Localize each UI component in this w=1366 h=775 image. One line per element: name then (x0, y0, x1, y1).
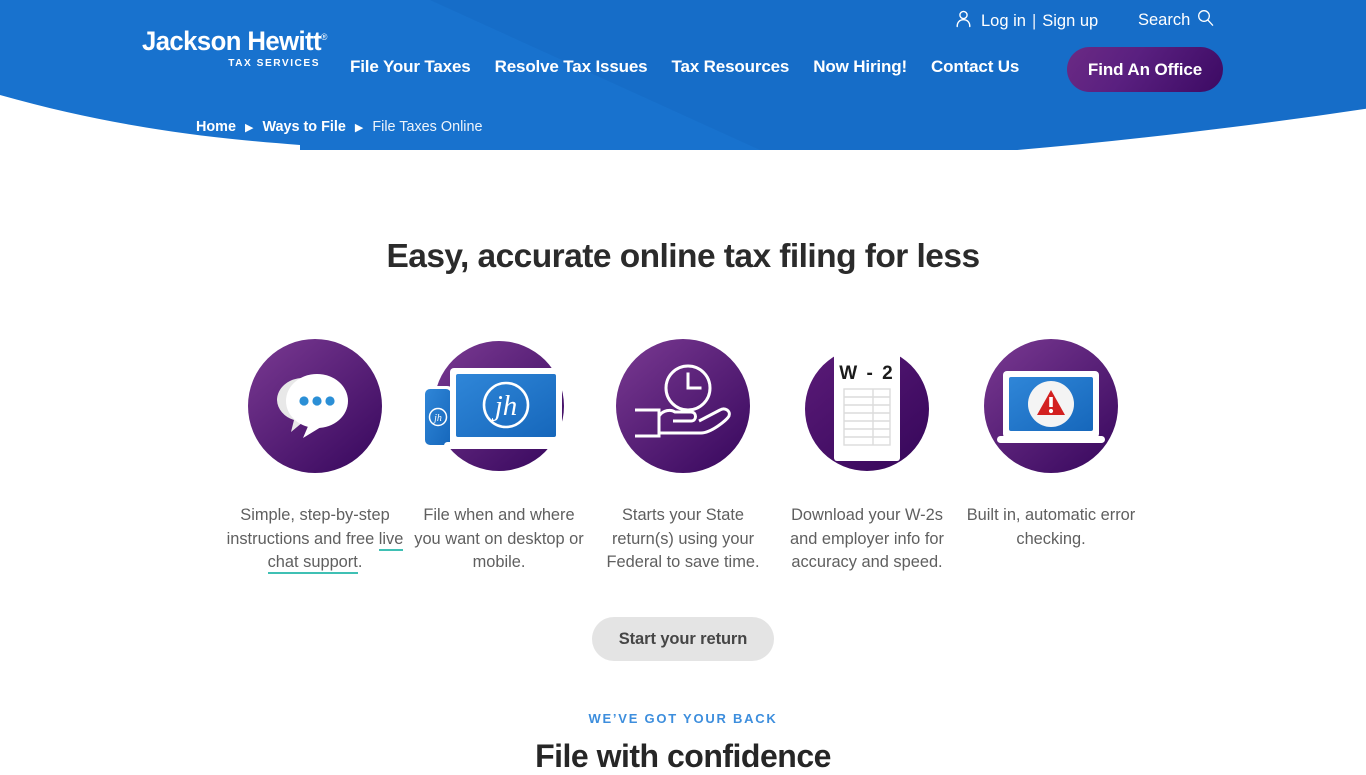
feature-item: W - 2 Download your W-2s and employer in… (775, 330, 959, 575)
search-toggle[interactable]: Search (1138, 9, 1214, 31)
feature-item: Starts your State return(s) using your F… (591, 330, 775, 575)
section-eyebrow: WE’VE GOT YOUR BACK (588, 711, 778, 726)
svg-text:jh: jh (491, 390, 518, 422)
start-your-return-button[interactable]: Start your return (592, 617, 774, 661)
breadcrumb-item-ways-to-file[interactable]: Ways to File (262, 119, 345, 135)
nav-item-tax-resources[interactable]: Tax Resources (672, 57, 790, 77)
feature-item: jh jh File when and where you want on de… (407, 330, 591, 575)
login-link[interactable]: Log in (981, 13, 1026, 30)
nav-item-contact-us[interactable]: Contact Us (931, 57, 1019, 77)
breadcrumb-item-current: File Taxes Online (372, 119, 483, 135)
feature-caption: Simple, step-by-step instructions and fr… (226, 504, 404, 575)
breadcrumb-separator-icon: ▶ (244, 121, 254, 134)
main-navigation: File Your Taxes Resolve Tax Issues Tax R… (350, 57, 1019, 77)
person-icon (955, 10, 972, 33)
feature-caption: Built in, automatic error checking. (966, 506, 1136, 548)
nav-item-file-your-taxes[interactable]: File Your Taxes (350, 57, 471, 77)
laptop-error-alert-icon (959, 330, 1143, 482)
site-header: Jackson Hewitt® TAX SERVICES Log in | Si… (0, 0, 1366, 165)
nav-item-resolve-tax-issues[interactable]: Resolve Tax Issues (495, 57, 648, 77)
feature-caption: Starts your State return(s) using your F… (606, 506, 760, 571)
breadcrumb-separator-icon: ▶ (354, 121, 364, 134)
devices-phone-laptop-icon: jh jh (407, 330, 591, 482)
utility-separator: | (1031, 11, 1037, 30)
feature-caption: File when and where you want on desktop … (414, 506, 584, 571)
logo-wordmark: Jackson Hewitt® (142, 26, 327, 56)
breadcrumb-item-home[interactable]: Home (196, 119, 236, 135)
w2-document-icon: W - 2 (775, 330, 959, 482)
section-title: File with confidence (535, 738, 831, 774)
feature-item: Simple, step-by-step instructions and fr… (223, 330, 407, 575)
feature-item: Built in, automatic error checking. (959, 330, 1143, 551)
caption-text-prefix: Simple, step-by-step instructions and fr… (226, 506, 390, 548)
hand-holding-clock-icon (591, 330, 775, 482)
breadcrumb: Home ▶ Ways to File ▶ File Taxes Online (196, 119, 482, 135)
feature-caption: Download your W-2s and employer info for… (790, 506, 944, 571)
nav-item-now-hiring[interactable]: Now Hiring! (813, 57, 907, 77)
feature-list: Simple, step-by-step instructions and fr… (223, 330, 1143, 575)
registered-mark: ® (320, 32, 327, 43)
logo-tagline: TAX SERVICES (228, 57, 320, 69)
w2-label: W - 2 (839, 363, 894, 384)
search-icon (1197, 9, 1214, 31)
chat-bubbles-icon (223, 330, 407, 482)
utility-nav: Log in | Sign up (955, 9, 1098, 33)
caption-text-suffix: . (357, 553, 363, 571)
signup-link[interactable]: Sign up (1042, 13, 1098, 30)
find-an-office-button[interactable]: Find An Office (1067, 47, 1223, 92)
svg-text:jh: jh (432, 413, 442, 424)
search-label: Search (1138, 10, 1191, 29)
site-logo[interactable]: Jackson Hewitt® TAX SERVICES (142, 26, 327, 69)
page-title: Easy, accurate online tax filing for les… (386, 238, 980, 275)
